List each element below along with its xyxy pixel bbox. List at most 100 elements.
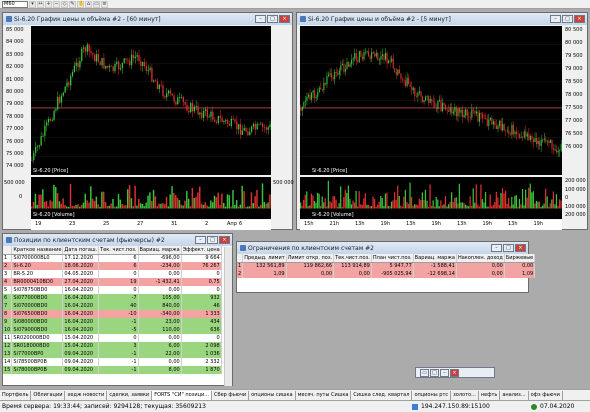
column-header[interactable]: Вариац. маржа: [138, 246, 182, 255]
toolbar-button-10[interactable]: ≡: [101, 0, 108, 8]
volume-5min-bar: [451, 192, 453, 209]
column-header[interactable]: Дата погаш.: [62, 246, 100, 255]
instrument-name: Si077000BD0: [11, 294, 64, 302]
toolbar-button-8[interactable]: ⌂: [85, 0, 92, 8]
price-series-label: Si-6.20 [Price]: [312, 168, 348, 174]
chart-window-5min-titlebar[interactable]: Si-6.20 График цены и объёма #2 - [5 мин…: [297, 13, 587, 25]
column-header[interactable]: Предыд. лимит: [242, 254, 287, 263]
limits-window-title: Ограничения по клиентским счетам #2: [248, 244, 374, 252]
chart-icon: [6, 16, 12, 22]
minimize-button[interactable]: –: [550, 15, 561, 23]
close-button[interactable]: ×: [279, 15, 290, 23]
column-header[interactable]: Тек.чист.поз.: [333, 254, 372, 263]
toolbar-button-2[interactable]: ↔: [37, 0, 44, 8]
restore-button[interactable]: ▭: [420, 368, 429, 377]
column-header[interactable]: Лимит откр. поз.: [286, 254, 335, 263]
column-header[interactable]: Вариац. маржа: [413, 254, 457, 263]
close-button[interactable]: ×: [574, 15, 585, 23]
table-row[interactable]: 5 Si078750BD0 16.04.2020 0 0,00 0: [3, 286, 222, 294]
workspace-tab[interactable]: офз фьючи: [529, 390, 563, 400]
close-button[interactable]: ×: [515, 244, 526, 252]
maximize-button[interactable]: □: [207, 236, 218, 244]
workspace-tab[interactable]: Облигации: [31, 390, 66, 400]
workspace-tab[interactable]: нефть: [479, 390, 501, 400]
toolbar-button-1[interactable]: ▾: [29, 0, 36, 8]
toolbar-button-5[interactable]: ◇: [61, 0, 68, 8]
workspace-tab[interactable]: месяч. путы Сишка: [296, 390, 352, 400]
table-row[interactable]: 2 1,09 0,00 0,00 -905 025,94 -12 698,14 0,00 1,…: [237, 270, 536, 278]
toolbar-button-6[interactable]: ✎: [69, 0, 76, 8]
maximize-button[interactable]: □: [503, 244, 514, 252]
volume-60min-bar: [43, 201, 46, 209]
table-row[interactable]: 11 SR020000BD0 15.04.2020 0 0,00 0: [3, 334, 222, 342]
maximize-button[interactable]: □: [267, 15, 278, 23]
workspace-tab[interactable]: опционы ртс: [412, 390, 452, 400]
hand-icon[interactable]: ✋: [77, 0, 84, 8]
vertical-scrollbar[interactable]: [224, 247, 232, 386]
period-select[interactable]: M60: [2, 0, 28, 8]
table-row[interactable]: 1 132 561,89 119 862,66 113 914,89 5 947,77-…: [237, 262, 536, 270]
server-time-status: Время сервера: 19:33:44; записей: 929412…: [2, 403, 206, 410]
table-row[interactable]: 2 Si-6.20 18.06.2020 6 -234,00 76 267: [3, 262, 222, 270]
previous-limit: 132 561,89: [242, 262, 287, 270]
volume-60min-bar: [69, 184, 72, 209]
toolbar-button-9[interactable]: ▭: [93, 0, 100, 8]
minimize-button[interactable]: –: [491, 244, 502, 252]
price-60min-candle: [71, 72, 74, 77]
workspace-tab[interactable]: анализ...: [500, 390, 529, 400]
table-row[interactable]: 12 SR018000BD0 15.04.2020 3 6,00 2 098: [3, 342, 222, 350]
price-chart-5min[interactable]: Si-6.20 [Price]: [300, 26, 562, 175]
price-60min-candle: [193, 106, 196, 112]
table-row[interactable]: 10 Si079000BD0 16.04.2020 -5 110,00 636: [3, 326, 222, 334]
column-header[interactable]: [3, 246, 13, 255]
current-net-position: 113 914,89: [333, 262, 372, 270]
volume-chart-60min[interactable]: Si-6.20 [Volume]: [31, 177, 271, 219]
column-header[interactable]: Накоплен. доход: [456, 254, 505, 263]
close-button[interactable]: ×: [219, 236, 230, 244]
table-row[interactable]: 13 Si77000BP0 09.04.2020 -1 22,00 1 036: [3, 350, 222, 358]
column-header[interactable]: Тек. чист.поз.: [98, 246, 139, 255]
table-row[interactable]: 15 Si78000BP0B 09.04.2020 -1 8,00 1 870: [3, 366, 222, 374]
table-row[interactable]: 4 BR0000410BD0 27.04.2020 19 -1 432,41 0,75: [3, 278, 222, 286]
workspace-tab[interactable]: Портфель: [0, 390, 32, 400]
workspace-tab[interactable]: Сбер фьючи: [212, 390, 250, 400]
toolbar-button-3[interactable]: +: [45, 0, 52, 8]
table-row[interactable]: 3 BR-5.20 04.05.2020 0 0,00 0: [3, 270, 222, 278]
table-row[interactable]: 7 Si070000BD0 16.04.2020 40 840,00 46: [3, 302, 222, 310]
workspace-tab[interactable]: Сишка след. квартал: [351, 390, 413, 400]
volume-chart-5min[interactable]: Si-6.20 [Volume]: [300, 177, 562, 219]
toolbar-button-4[interactable]: −: [53, 0, 60, 8]
table-row[interactable]: 14 Si78500BP0B 09.04.2020 -1 0,00 2 332: [3, 358, 222, 366]
workspace-tab[interactable]: сделки, заявки: [107, 390, 153, 400]
column-header[interactable]: План чист.поз.: [371, 254, 414, 263]
chart-window-60min-titlebar[interactable]: Si-6.20 График цены и объёма #2 - [60 ми…: [3, 13, 292, 25]
minimize-button[interactable]: –: [440, 368, 449, 377]
price-tick: 76 000: [6, 138, 24, 145]
workspace-tab[interactable]: опционы сишка: [249, 390, 296, 400]
price-5min-candle: [474, 110, 476, 114]
minimize-button[interactable]: –: [195, 236, 206, 244]
volume-60min-bar: [45, 200, 48, 209]
workspace-tab[interactable]: золото...: [451, 390, 479, 400]
workspace-tab[interactable]: FORTS "СИ" позици...: [152, 390, 213, 400]
minimized-window[interactable]: ▭ □ – ×: [415, 367, 495, 378]
table-row[interactable]: 8 Si076500BD0 16.04.2020 -10 -340,00 1 333: [3, 310, 222, 318]
column-header[interactable]: Биржевые: [504, 254, 536, 263]
maximize-button[interactable]: □: [430, 368, 439, 377]
variation-margin: -12 698,14: [413, 270, 457, 278]
close-button[interactable]: ×: [450, 368, 459, 377]
limits-window-titlebar[interactable]: Ограничения по клиентским счетам #2 – □ …: [237, 242, 528, 254]
maximize-button[interactable]: □: [562, 15, 573, 23]
table-row[interactable]: 1 Si0700000BL0 17.12.2020 6 -696,00 9 664: [3, 254, 222, 262]
workspace-tab[interactable]: хедж новости: [65, 390, 108, 400]
table-row[interactable]: 9 Si080000BD0 16.04.2020 -1 23,00 434: [3, 318, 222, 326]
column-header[interactable]: Эффект. цена: [181, 246, 222, 255]
volume-60min-bar: [173, 192, 175, 209]
volume-5min-bar: [338, 203, 340, 209]
positions-window-titlebar[interactable]: Позиции по клиентским счетам (фьючерсы) …: [3, 234, 232, 246]
table-row[interactable]: 6 Si077000BD0 16.04.2020 -7 105,00 932: [3, 294, 222, 302]
minimize-button[interactable]: –: [255, 15, 266, 23]
price-chart-60min[interactable]: Si-6.20 [Price]: [31, 26, 271, 175]
current-date: 07.04.2020: [540, 403, 575, 410]
column-header[interactable]: Краткое название: [11, 246, 64, 255]
